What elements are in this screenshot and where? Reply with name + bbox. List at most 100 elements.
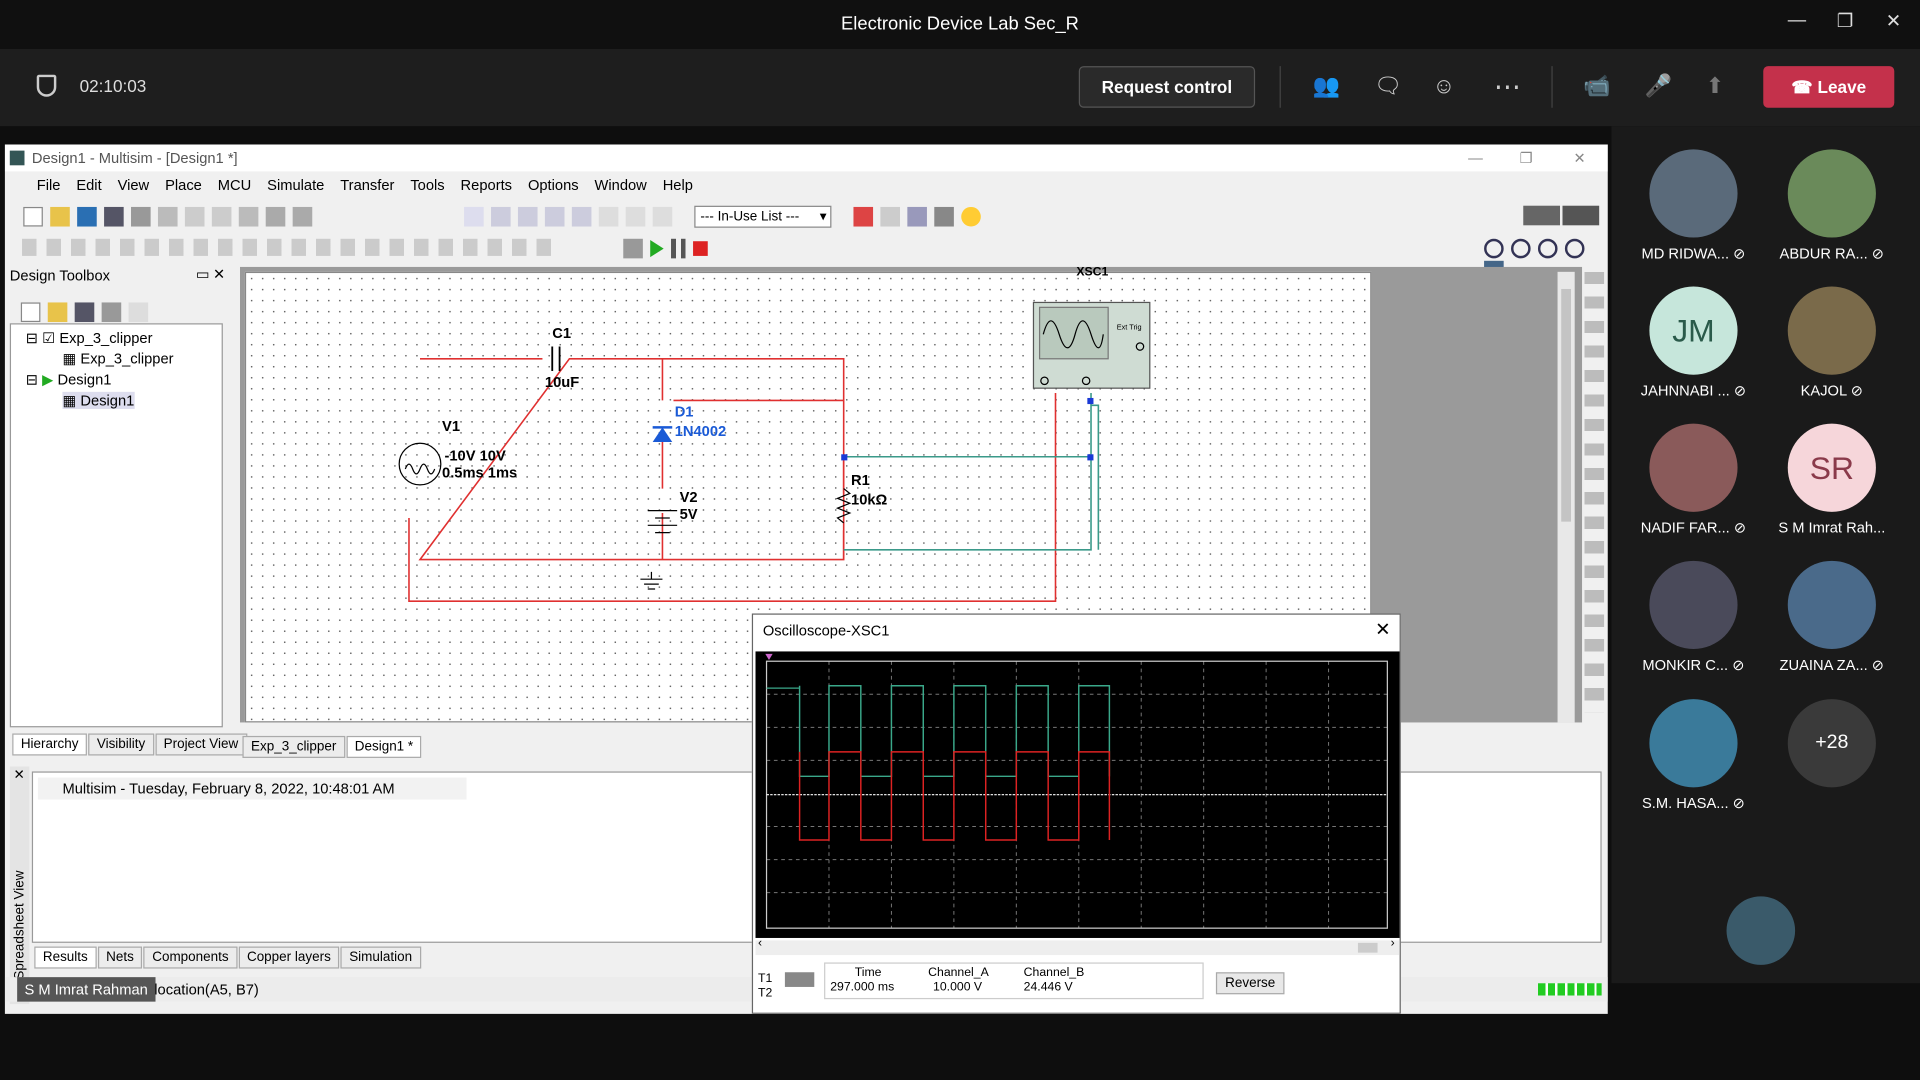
close-icon[interactable]: ✕: [1886, 10, 1901, 32]
tab-copper-layers[interactable]: Copper layers: [238, 946, 340, 969]
cursor-arrows[interactable]: [784, 972, 815, 987]
participants-icon[interactable]: 👥: [1313, 73, 1340, 99]
chat-icon[interactable]: 🗨: [1374, 73, 1402, 99]
vertical-scrollbar[interactable]: [1557, 271, 1575, 723]
tab-project-view[interactable]: Project View: [155, 733, 247, 756]
close-icon[interactable]: ✕: [213, 266, 225, 283]
transfer-icon[interactable]: [907, 206, 927, 227]
help-icon[interactable]: [961, 206, 981, 227]
tab-nets[interactable]: Nets: [97, 946, 143, 969]
open-icon[interactable]: [50, 206, 70, 227]
close-icon[interactable]: ✕: [1375, 618, 1390, 641]
close-icon[interactable]: ✕: [1573, 144, 1585, 171]
forward-annotate-icon[interactable]: [652, 206, 673, 227]
restore-icon[interactable]: ❐: [1520, 144, 1533, 171]
pin-icon[interactable]: ▭: [196, 266, 210, 283]
minimize-icon[interactable]: —: [1468, 144, 1483, 171]
probe-icon[interactable]: [853, 206, 874, 227]
tab-results[interactable]: Results: [34, 946, 97, 969]
participant-tile[interactable]: JM JAHNNABI ... ⊘: [1626, 286, 1761, 399]
backannotate-icon[interactable]: [625, 206, 646, 227]
camera-off-icon[interactable]: 📹: [1583, 73, 1610, 99]
interactive-icon[interactable]: [623, 238, 643, 259]
spreadsheet-toggle-icon[interactable]: [491, 206, 511, 227]
participant-tile[interactable]: SR S M Imrat Rah...: [1764, 423, 1899, 536]
components-toolbar[interactable]: [22, 238, 561, 256]
reverse-probe-icon[interactable]: [880, 206, 901, 227]
share-icon[interactable]: ⬆: [1706, 73, 1724, 99]
participant-tile[interactable]: MONKIR C... ⊘: [1626, 560, 1761, 673]
close-icon[interactable]: ✕: [13, 767, 24, 783]
open-sample-icon[interactable]: [77, 206, 97, 227]
tab-simulation[interactable]: Simulation: [340, 946, 421, 969]
menu-edit[interactable]: Edit: [76, 176, 101, 193]
menu-view[interactable]: View: [118, 176, 150, 193]
erc-icon[interactable]: [598, 206, 619, 227]
instrument-toolbar[interactable]: [1523, 205, 1600, 226]
print-icon[interactable]: [131, 206, 151, 227]
more-icon[interactable]: ⋯: [1494, 71, 1521, 103]
save-icon[interactable]: [74, 302, 95, 322]
copy-icon[interactable]: [211, 206, 232, 227]
restore-icon[interactable]: ❐: [1837, 10, 1853, 32]
cursor-t1-marker[interactable]: [765, 653, 773, 661]
minimize-icon[interactable]: —: [1788, 10, 1806, 31]
source-v1-symbol[interactable]: [398, 442, 442, 486]
tree-item-exp3-clipper-sheet[interactable]: ▦ Exp_3_clipper: [62, 350, 173, 367]
close-design-icon[interactable]: [101, 302, 122, 322]
menu-file[interactable]: File: [37, 176, 61, 193]
new-icon[interactable]: [20, 302, 41, 322]
tab-visibility[interactable]: Visibility: [88, 733, 154, 756]
database-icon[interactable]: [517, 206, 538, 227]
participant-tile[interactable]: NADIF FAR... ⊘: [1626, 423, 1761, 536]
toolbox-toggle-icon[interactable]: [464, 206, 484, 227]
tab-exp3-clipper[interactable]: Exp_3_clipper: [242, 735, 345, 758]
run-icon[interactable]: [650, 239, 664, 257]
menu-reports[interactable]: Reports: [461, 176, 512, 193]
grapher-icon[interactable]: [544, 206, 565, 227]
postprocessor-icon[interactable]: [571, 206, 592, 227]
zoom-area-icon[interactable]: [1537, 238, 1558, 259]
diode-d1[interactable]: [652, 426, 673, 443]
undo-icon[interactable]: [265, 206, 286, 227]
leave-button[interactable]: ☎ Leave: [1763, 66, 1895, 108]
menu-help[interactable]: Help: [663, 176, 693, 193]
reactions-icon[interactable]: ☺: [1433, 73, 1456, 99]
tree-item-design1-sheet[interactable]: ▦ Design1: [62, 391, 135, 409]
menu-transfer[interactable]: Transfer: [340, 176, 394, 193]
save-icon[interactable]: [104, 206, 124, 227]
participant-tile[interactable]: S.M. HASA... ⊘: [1626, 699, 1761, 812]
zoom-fit-icon[interactable]: [1564, 238, 1585, 259]
print-preview-icon[interactable]: [157, 206, 178, 227]
request-control-button[interactable]: Request control: [1078, 66, 1256, 108]
in-use-list-select[interactable]: --- In-Use List --- ▾: [694, 205, 832, 228]
menu-simulate[interactable]: Simulate: [267, 176, 324, 193]
participant-tile[interactable]: ZUAINA ZA... ⊘: [1764, 560, 1899, 673]
menu-mcu[interactable]: MCU: [218, 176, 251, 193]
stop-icon[interactable]: [693, 240, 708, 256]
pause-icon[interactable]: [671, 238, 686, 259]
zoom-out-icon[interactable]: [1511, 238, 1531, 259]
zoom-in-icon[interactable]: [1484, 238, 1504, 259]
tree-item-design1-project[interactable]: ⊟ ▶ Design1: [26, 371, 112, 388]
tab-components[interactable]: Components: [143, 946, 238, 969]
participant-tile[interactable]: ABDUR RA... ⊘: [1764, 149, 1899, 262]
mic-off-icon[interactable]: 🎤: [1644, 73, 1671, 99]
menu-place[interactable]: Place: [165, 176, 202, 193]
participant-tile[interactable]: +28: [1764, 699, 1899, 788]
participant-tile[interactable]: KAJOL ⊘: [1764, 286, 1899, 399]
overflow-count[interactable]: +28: [1787, 699, 1876, 788]
oscilloscope-xsc1[interactable]: [1032, 301, 1151, 389]
redo-icon[interactable]: [292, 206, 313, 227]
capacitor-c1[interactable]: [551, 346, 561, 372]
paste-icon[interactable]: [238, 206, 259, 227]
menu-options[interactable]: Options: [528, 176, 579, 193]
open-icon[interactable]: [47, 302, 68, 322]
tree-item-exp3-clipper-project[interactable]: ⊟ ☑ Exp_3_clipper: [26, 329, 153, 346]
scope-scrollbar[interactable]: ‹ ›: [755, 937, 1400, 956]
tab-design1[interactable]: Design1 *: [346, 735, 422, 758]
tab-hierarchy[interactable]: Hierarchy: [12, 733, 88, 756]
reverse-button[interactable]: Reverse: [1215, 972, 1285, 995]
new-icon[interactable]: [23, 206, 43, 227]
menu-tools[interactable]: Tools: [410, 176, 444, 193]
